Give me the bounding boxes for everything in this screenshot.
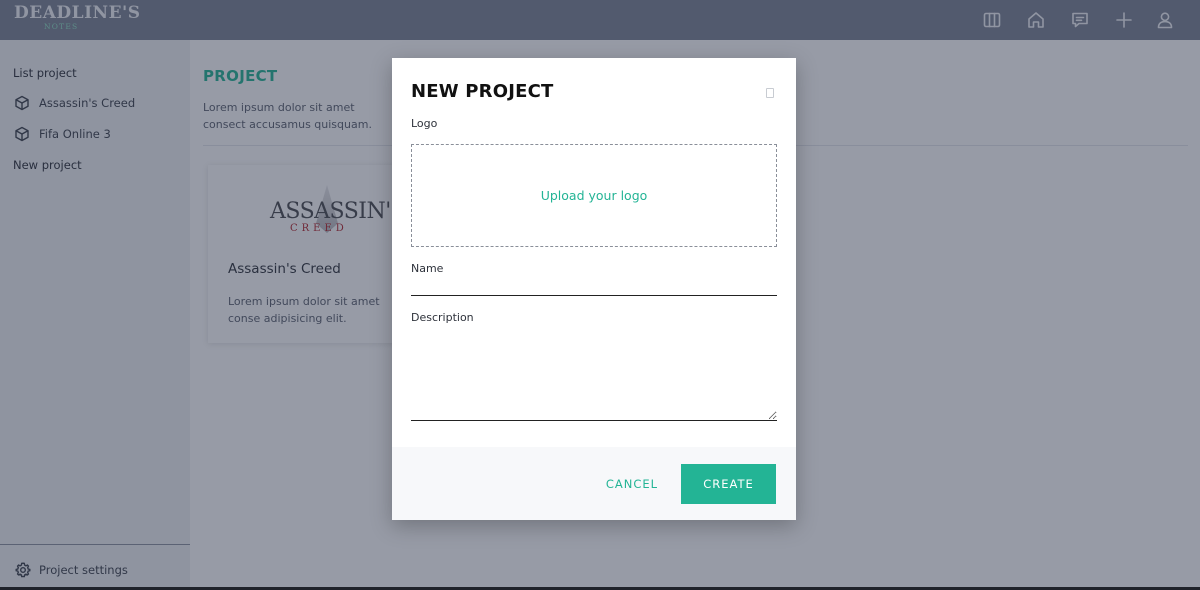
name-label: Name [411, 262, 444, 275]
close-icon[interactable] [766, 88, 774, 98]
create-button[interactable]: CREATE [681, 464, 776, 504]
logo-upload-dropzone[interactable]: Upload your logo [411, 144, 777, 247]
logo-label: Logo [411, 117, 438, 130]
upload-text: Upload your logo [540, 188, 648, 203]
dialog-title: NEW PROJECT [411, 81, 554, 102]
name-input[interactable] [411, 278, 777, 296]
new-project-dialog: NEW PROJECT Logo Upload your logo Name D… [392, 58, 796, 520]
description-label: Description [411, 311, 474, 324]
dialog-footer: CANCEL CREATE [392, 447, 796, 520]
description-textarea[interactable] [411, 331, 777, 421]
cancel-button[interactable]: CANCEL [594, 464, 670, 504]
